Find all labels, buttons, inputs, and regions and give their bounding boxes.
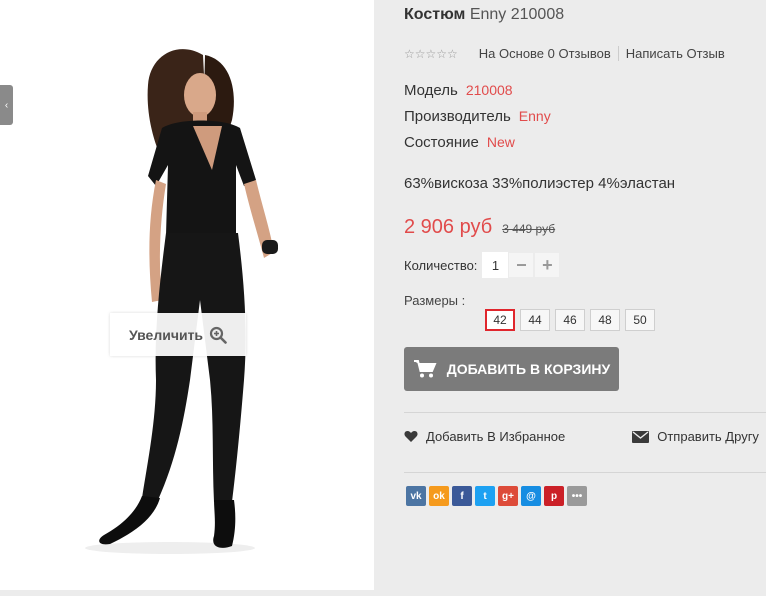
write-review-link[interactable]: Написать Отзыв xyxy=(626,46,725,61)
divider-top xyxy=(404,412,766,413)
actions-row: Добавить В Избранное Отправить Другу xyxy=(404,429,759,444)
product-title-name: Костюм xyxy=(404,6,466,23)
gallery-prev-button[interactable]: ‹ xyxy=(0,85,13,125)
product-photo[interactable] xyxy=(0,0,374,590)
spec-label: Состояние xyxy=(404,134,479,151)
add-to-cart-label: Добавить в корзину xyxy=(446,361,611,377)
google-plus-share-icon[interactable]: g+ xyxy=(498,486,518,506)
spec-value: 210008 xyxy=(465,82,513,98)
mail-share-icon[interactable]: @ xyxy=(521,486,541,506)
pinterest-share-icon[interactable]: p xyxy=(544,486,564,506)
quantity-row: Количество: 1 − + xyxy=(404,252,561,278)
zoom-button[interactable]: Увеличить xyxy=(110,313,246,356)
product-image-panel: ‹ Увеличить xyxy=(0,0,374,590)
envelope-icon xyxy=(632,430,650,443)
social-share-bar: vk ok f t g+ @ p ••• xyxy=(406,486,587,506)
odnoklassniki-share-icon[interactable]: ok xyxy=(429,486,449,506)
zoom-label: Увеличить xyxy=(128,326,204,343)
wishlist-label: Добавить В Избранное xyxy=(426,429,566,444)
quantity-minus-button[interactable]: − xyxy=(508,252,535,278)
divider-bottom xyxy=(404,472,766,473)
rating-separator xyxy=(617,46,619,61)
sizes-label: Размеры : xyxy=(404,293,466,308)
shopping-cart-icon xyxy=(413,360,437,378)
rating-stars-icon: ☆☆☆☆☆ xyxy=(404,46,458,61)
add-to-cart-button[interactable]: Добавить в корзину xyxy=(404,347,619,391)
reviews-count-link[interactable]: На Основе 0 Отзывов xyxy=(479,46,611,61)
add-to-wishlist-button[interactable]: Добавить В Избранное xyxy=(404,429,565,444)
spec-label: Производитель xyxy=(404,108,511,125)
product-title-rest: Enny 210008 xyxy=(469,6,565,23)
zoom-in-icon xyxy=(209,326,227,344)
heart-icon xyxy=(404,431,418,442)
spec-model: Модель 210008 xyxy=(404,82,513,99)
price-old: 3 449 руб xyxy=(502,222,556,236)
quantity-plus-button[interactable]: + xyxy=(534,252,561,278)
rating-row: ☆☆☆☆☆ На Основе 0 Отзывов Написать Отзыв xyxy=(404,46,725,61)
product-title: Костюм Enny 210008 xyxy=(404,6,564,24)
size-option-44[interactable]: 44 xyxy=(520,309,550,331)
spec-condition: Состояние New xyxy=(404,134,515,151)
vk-share-icon[interactable]: vk xyxy=(406,486,426,506)
manufacturer-link[interactable]: Enny xyxy=(519,108,551,124)
twitter-share-icon[interactable]: t xyxy=(475,486,495,506)
facebook-share-icon[interactable]: f xyxy=(452,486,472,506)
spec-value: New xyxy=(486,134,515,150)
send-friend-label: Отправить Другу xyxy=(657,429,759,444)
size-options: 42 44 46 48 50 xyxy=(485,309,655,331)
product-composition: 63%вискоза 33%полиэстер 4%эластан xyxy=(404,175,676,192)
price-row: 2 906 руб 3 449 руб xyxy=(404,216,555,239)
size-option-50[interactable]: 50 xyxy=(625,309,655,331)
size-option-46[interactable]: 46 xyxy=(555,309,585,331)
price-new: 2 906 руб xyxy=(404,216,493,238)
more-share-icon[interactable]: ••• xyxy=(567,486,587,506)
quantity-label: Количество: xyxy=(404,257,478,273)
chevron-left-icon: ‹ xyxy=(4,99,9,111)
quantity-input[interactable]: 1 xyxy=(482,252,509,278)
spec-label: Модель xyxy=(404,82,458,99)
send-to-friend-button[interactable]: Отправить Другу xyxy=(632,429,759,444)
spec-manufacturer: Производитель Enny xyxy=(404,108,551,125)
size-option-42[interactable]: 42 xyxy=(485,309,515,331)
size-option-48[interactable]: 48 xyxy=(590,309,620,331)
